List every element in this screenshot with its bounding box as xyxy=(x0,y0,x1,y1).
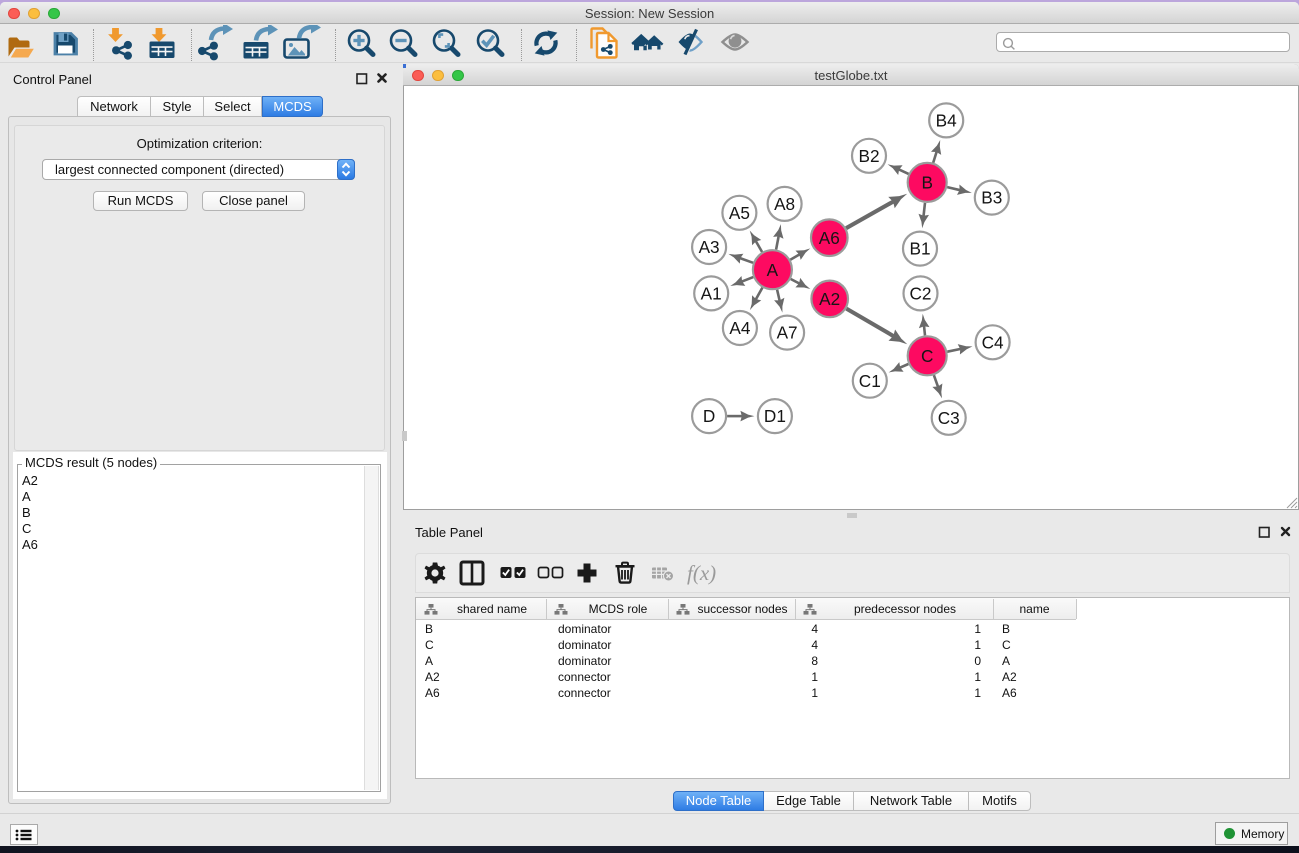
svg-text:C: C xyxy=(921,346,933,366)
svg-text:C4: C4 xyxy=(982,332,1004,352)
svg-text:A4: A4 xyxy=(729,318,750,338)
svg-text:A2: A2 xyxy=(819,289,840,309)
svg-text:B3: B3 xyxy=(981,188,1002,208)
svg-text:f(x): f(x) xyxy=(687,561,716,585)
svg-text:B1: B1 xyxy=(909,239,930,259)
svg-text:A6: A6 xyxy=(819,228,840,248)
svg-text:C3: C3 xyxy=(938,408,960,428)
svg-text:A3: A3 xyxy=(699,237,720,257)
svg-text:C1: C1 xyxy=(859,371,881,391)
svg-text:C2: C2 xyxy=(910,284,932,304)
svg-text:B: B xyxy=(921,173,932,193)
svg-text:B4: B4 xyxy=(936,111,957,131)
svg-text:A7: A7 xyxy=(777,323,798,343)
svg-text:B2: B2 xyxy=(858,146,879,166)
svg-text:A1: A1 xyxy=(701,284,722,304)
svg-text:A5: A5 xyxy=(729,203,750,223)
svg-text:A: A xyxy=(767,260,779,280)
svg-text:D1: D1 xyxy=(764,406,786,426)
svg-text:A8: A8 xyxy=(774,194,795,214)
svg-text:D: D xyxy=(703,406,715,426)
